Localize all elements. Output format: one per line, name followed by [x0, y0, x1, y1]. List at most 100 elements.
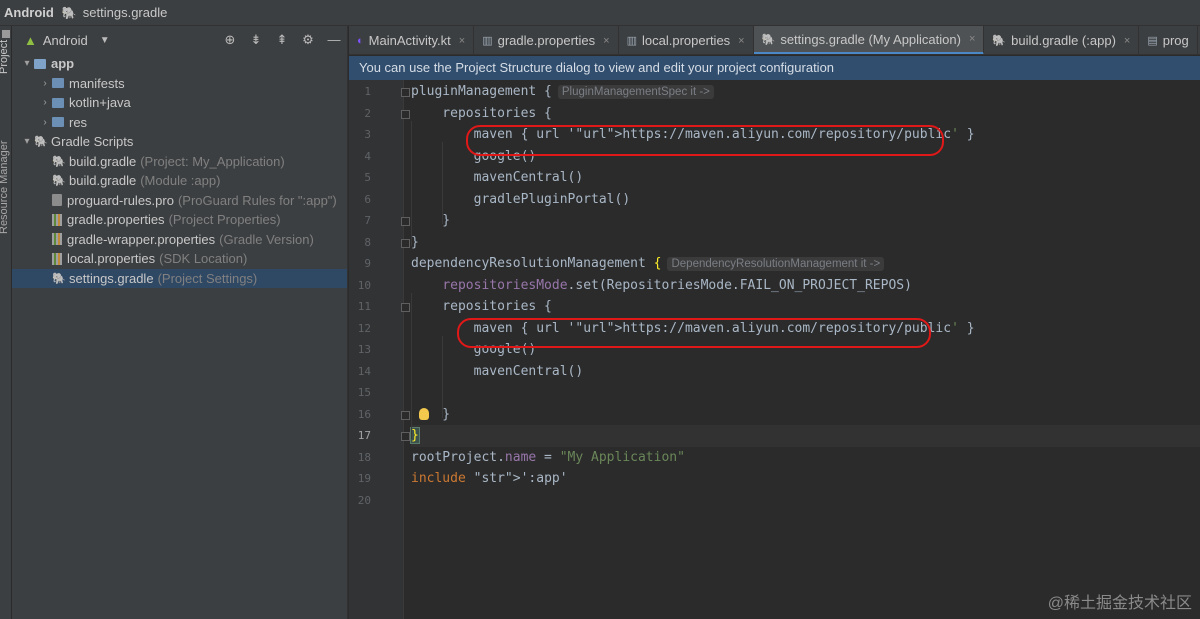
breadcrumb-file[interactable]: settings.gradle — [83, 5, 168, 20]
line-number: 3 — [364, 128, 371, 141]
fold-marker-icon[interactable] — [401, 109, 410, 119]
expand-arrow-icon[interactable]: › — [38, 78, 52, 89]
tree-item[interactable]: gradle-wrapper.properties (Gradle Version… — [12, 230, 347, 250]
project-tree: ▾ app › manifests › kotlin+java › res ▾ 🐘 Gradle S… — [12, 54, 347, 288]
tree-item-hint: (ProGuard Rules for ":app") — [177, 192, 337, 208]
code-line[interactable] — [411, 382, 1200, 404]
properties-file-icon — [52, 252, 62, 265]
close-icon[interactable]: × — [603, 35, 609, 47]
line-number: 13 — [357, 343, 371, 356]
line-number: 10 — [357, 278, 371, 292]
line-number: 11 — [357, 300, 371, 313]
code-line[interactable]: dependencyResolutionManagement {Dependen… — [411, 253, 1200, 275]
tree-item[interactable]: ▾ app — [12, 54, 347, 74]
tree-item[interactable]: › manifests — [12, 74, 347, 94]
fold-marker-icon[interactable] — [401, 217, 410, 226]
indent-guide — [442, 335, 443, 418]
tree-item-hint: (Module :app) — [140, 173, 221, 189]
fold-marker-icon[interactable] — [401, 303, 410, 312]
project-panel: ▲ Android ▼ ⊕ ⇟ ⇞ ⚙ — ▾ app › manifests › kot… — [12, 26, 348, 619]
line-number: 18 — [357, 450, 371, 464]
editor-tab[interactable]: ▥ gradle.properties × — [474, 26, 619, 54]
line-number: 1 — [364, 85, 371, 98]
tree-item[interactable]: 🐘 build.gradle (Module :app) — [12, 171, 347, 191]
indent-guide — [442, 142, 443, 224]
tab-label: gradle.properties — [497, 33, 596, 48]
code-line[interactable]: rootProject.name = "My Application" — [411, 447, 1200, 469]
code-line[interactable]: } — [411, 232, 1200, 254]
collapse-all-icon[interactable]: ⇞ — [269, 30, 295, 50]
folder-icon — [34, 58, 46, 69]
fold-marker-icon[interactable] — [401, 238, 410, 248]
editor-tab[interactable]: 🐘 settings.gradle (My Application) × — [753, 26, 985, 54]
project-tool-button[interactable]: Project — [0, 40, 10, 74]
editor-tab[interactable]: ▤ prog — [1139, 26, 1198, 54]
view-selector[interactable]: Android — [43, 33, 88, 48]
fold-marker-icon[interactable] — [401, 410, 410, 420]
code-line[interactable]: gradlePluginPortal() — [411, 189, 1200, 211]
expand-arrow-icon[interactable]: ▾ — [20, 58, 34, 69]
line-gutter: 1 2 3 4 5 6 7 8 9 10 11 12 13 14 15 16 17 18 19 20 — [349, 80, 410, 619]
code-line[interactable]: repositories { — [411, 296, 1200, 318]
code-line[interactable] — [411, 490, 1200, 512]
editor-tab[interactable]: ◐ MainActivity.kt × — [349, 26, 475, 54]
tree-item[interactable]: 🐘 build.gradle (Project: My_Application) — [12, 152, 347, 172]
tree-item-label: app — [51, 56, 75, 72]
expand-arrow-icon[interactable]: › — [38, 97, 52, 108]
code-line[interactable]: include "str">':app' — [411, 468, 1200, 490]
expand-all-icon[interactable]: ⇟ — [243, 30, 269, 50]
breadcrumb-project[interactable]: Android — [4, 5, 54, 20]
gradle-icon: 🐘 — [992, 35, 1007, 47]
editor-tab[interactable]: ▥ local.properties × — [619, 26, 754, 54]
expand-arrow-icon[interactable]: › — [38, 117, 52, 128]
code-editor[interactable]: 1 2 3 4 5 6 7 8 9 10 11 12 13 14 15 16 17 18 19 20 pluginMa… — [349, 80, 1200, 619]
resource-manager-tool-button[interactable]: Resource Manager — [0, 140, 10, 234]
tab-label: MainActivity.kt — [368, 33, 451, 48]
locate-icon[interactable]: ⊕ — [217, 30, 243, 50]
minimize-icon[interactable]: — — [321, 30, 347, 50]
tree-item-label: gradle.properties — [67, 212, 165, 228]
kotlin-icon: ◐ — [357, 34, 364, 47]
tree-item[interactable]: › kotlin+java — [12, 93, 347, 113]
indent-guide — [411, 120, 412, 246]
tree-item[interactable]: gradle.properties (Project Properties) — [12, 210, 347, 230]
chevron-down-icon[interactable]: ▼ — [100, 35, 110, 46]
inlay-hint: DependencyResolutionManagement it -> — [667, 257, 885, 271]
folder-icon — [52, 117, 64, 128]
code-line[interactable]: repositoriesMode.set(RepositoriesMode.FA… — [411, 275, 1200, 297]
code-line[interactable]: mavenCentral() — [411, 361, 1200, 383]
lightbulb-icon[interactable] — [419, 408, 429, 420]
code-line[interactable]: } — [410, 425, 1200, 447]
android-icon: ▲ — [24, 32, 37, 48]
tree-item[interactable]: proguard-rules.pro (ProGuard Rules for ":… — [12, 191, 347, 211]
tree-item[interactable]: 🐘 settings.gradle (Project Settings) — [12, 268, 347, 288]
expand-arrow-icon[interactable]: ▾ — [20, 136, 34, 147]
tab-label: prog — [1162, 33, 1189, 48]
tree-item-label: build.gradle — [69, 173, 137, 189]
tree-item[interactable]: local.properties (SDK Location) — [12, 249, 347, 269]
tree-item[interactable]: › res — [12, 113, 347, 133]
close-icon[interactable]: × — [459, 35, 465, 47]
code-line[interactable]: repositories { — [411, 103, 1200, 125]
tree-item[interactable]: ▾ 🐘 Gradle Scripts — [12, 132, 347, 152]
line-number: 20 — [357, 493, 371, 507]
close-icon[interactable]: × — [738, 35, 744, 47]
tree-item-label: manifests — [69, 75, 125, 91]
folder-icon — [52, 78, 64, 89]
tree-item-hint: (Project Settings) — [157, 270, 258, 286]
fold-marker-icon[interactable] — [401, 432, 410, 441]
fold-marker-icon[interactable] — [401, 88, 410, 97]
code-line[interactable]: } — [411, 210, 1200, 232]
code-line[interactable]: mavenCentral() — [411, 167, 1200, 189]
tree-item-label: gradle-wrapper.properties — [67, 231, 216, 247]
code-line[interactable]: } — [411, 404, 1200, 426]
tree-item-label: kotlin+java — [69, 95, 131, 111]
code-area[interactable]: pluginManagement {PluginManagementSpec i… — [410, 80, 1200, 619]
gear-icon[interactable]: ⚙ — [295, 30, 321, 50]
close-icon[interactable]: × — [1124, 35, 1130, 47]
close-icon[interactable]: × — [969, 33, 975, 45]
tree-item-hint: (Gradle Version) — [219, 231, 314, 247]
editor-tab[interactable]: 🐘 build.gradle (:app) × — [984, 26, 1140, 54]
tab-label: build.gradle (:app) — [1011, 33, 1116, 48]
code-line[interactable]: pluginManagement {PluginManagementSpec i… — [411, 81, 1200, 103]
